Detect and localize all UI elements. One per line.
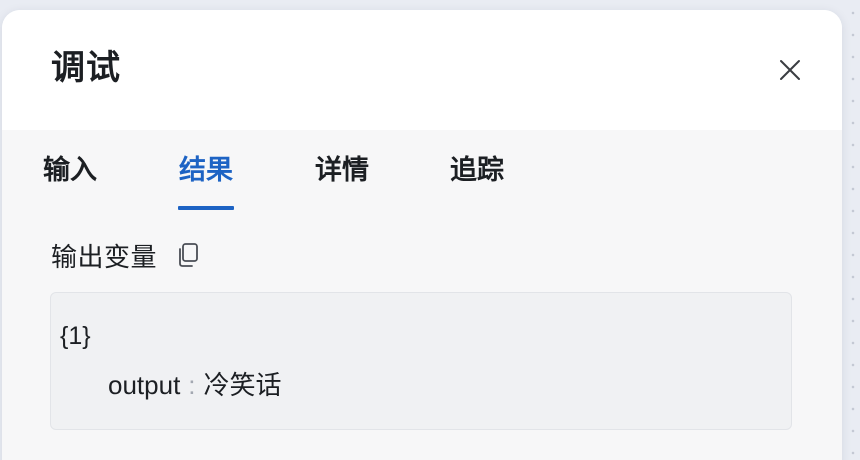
variable-key: output — [108, 370, 181, 400]
tab-trace[interactable]: 追踪 — [450, 150, 504, 190]
variable-value: 冷笑话 — [203, 370, 282, 400]
close-button[interactable] — [774, 54, 806, 86]
tab-result[interactable]: 结果 — [179, 150, 233, 190]
object-summary: {1} — [60, 322, 91, 350]
active-tab-indicator — [178, 206, 234, 210]
debug-panel: 调试 输入 结果 详情 追踪 输出变量 {1} output: 冷笑话 — [2, 10, 842, 460]
copy-button[interactable] — [175, 241, 201, 269]
tab-input[interactable]: 输入 — [43, 150, 97, 190]
output-variables-header: 输出变量 — [51, 235, 201, 275]
variable-separator: : — [188, 370, 196, 400]
panel-body: 输入 结果 详情 追踪 输出变量 {1} output : 冷笑话 — [2, 130, 842, 460]
panel-title: 调试 — [51, 49, 121, 87]
output-json-viewer: {1} output : 冷笑话 — [50, 292, 792, 430]
tab-details[interactable]: 详情 — [315, 150, 369, 190]
close-icon — [780, 60, 800, 80]
variable-row: output : 冷笑话 — [108, 367, 282, 403]
copy-icon — [179, 243, 198, 267]
output-variables-label: 输出变量 — [51, 241, 158, 272]
tab-bar: 输入 结果 详情 追踪 — [2, 130, 842, 210]
panel-header: 调试 — [2, 10, 842, 130]
